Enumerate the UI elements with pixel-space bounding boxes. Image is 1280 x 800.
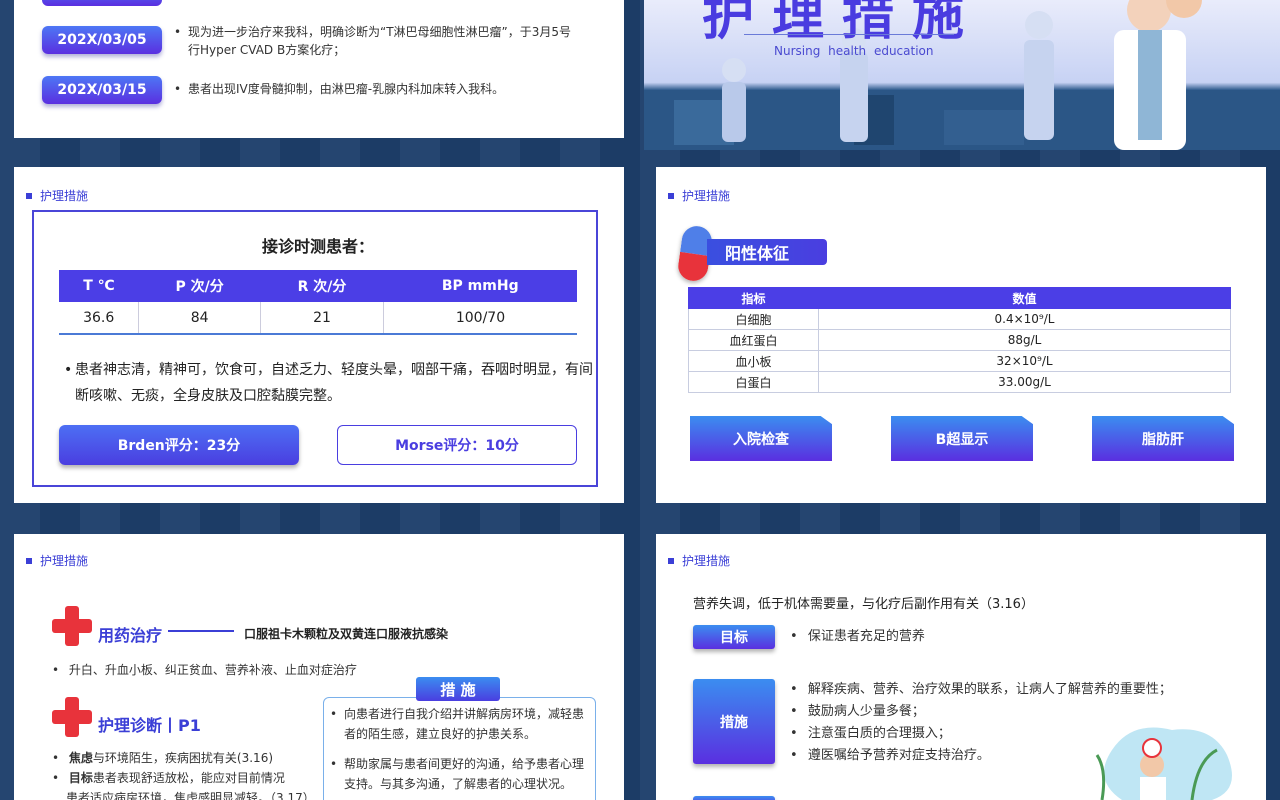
col-pulse: P 次/分 bbox=[138, 270, 261, 302]
slide-timeline: · · · · · · · · · · · · · · · · · · · · … bbox=[14, 0, 624, 138]
col-bp: BP mmHg bbox=[383, 270, 577, 302]
col-value: 数值 bbox=[818, 287, 1231, 309]
table-row: 白蛋白 33.00g/L bbox=[688, 371, 1231, 393]
val-bp: 100/70 bbox=[383, 302, 577, 335]
table-row: 血红蛋白 88g/L bbox=[688, 329, 1231, 351]
medical-cross-icon bbox=[52, 606, 92, 646]
measure-label: 措施 bbox=[693, 679, 775, 764]
section-header: 护理措施 bbox=[668, 552, 730, 569]
tag-admission-exam: 入院检查 bbox=[690, 416, 832, 461]
event-text: 现为进一步治疗来我科，明确诊断为“T淋巴母细胞性淋巴瘤”，于3月5号行Hyper… bbox=[174, 23, 571, 59]
cell: 血红蛋白 bbox=[688, 329, 819, 351]
tag-fatty-liver: 脂肪肝 bbox=[1092, 416, 1234, 461]
med-title: 用药治疗 bbox=[98, 626, 163, 645]
bullet-square bbox=[26, 557, 32, 564]
diag-item: • 目标患者表现舒适放松，能应对目前情况 bbox=[52, 771, 285, 785]
tag-ultrasound: B超显示 bbox=[891, 416, 1033, 461]
val-temp: 36.6 bbox=[59, 302, 140, 335]
date-badge: 202X/03/15 bbox=[42, 76, 162, 104]
section-header: 护理措施 bbox=[668, 187, 730, 204]
table-row: 血小板 32×10⁹/L bbox=[688, 350, 1231, 372]
bullet-square bbox=[668, 192, 674, 199]
bullet-square bbox=[26, 192, 32, 199]
cell: 0.4×10⁹/L bbox=[818, 308, 1231, 330]
med-desc: 口服祖卡木颗粒及双黄连口服液抗感染 bbox=[244, 627, 449, 641]
section-header: 护理措施 bbox=[26, 187, 88, 204]
positive-signs-title: 阳性体征 bbox=[707, 239, 827, 265]
nutrition-measure-item: • 解释疾病、营养、治疗效果的联系，让病人了解营养的重要性； bbox=[790, 682, 1172, 697]
slide-main-title: 护理措施 bbox=[702, 0, 983, 47]
section-label: 护理措施 bbox=[40, 554, 89, 568]
section-label: 护理措施 bbox=[682, 189, 731, 203]
slide-title: 护理措施 Nursing health education bbox=[644, 0, 1280, 150]
diag-title: 护理诊断丨P1 bbox=[98, 716, 201, 735]
col-temp: T ℃ bbox=[59, 270, 139, 302]
diag-item: • 焦虑与环境陌生，疾病困扰有关(3.16) bbox=[52, 751, 274, 765]
measure-item: • 帮助家属与患者间更好的沟通，给予患者心理 支持。与其多沟通，了解患者的心理状况。 bbox=[330, 757, 585, 791]
event-text: 患者出现IV度骨髓抑制，由淋巴瘤-乳腺内科加床转入我科。 bbox=[174, 80, 504, 98]
morse-score: Morse评分：10分 bbox=[337, 425, 577, 465]
med-bullet-text: 升白、升血小板、纠正贫血、营养补液、止血对症治疗 bbox=[68, 663, 357, 677]
cell: 88g/L bbox=[818, 329, 1231, 351]
val-resp: 21 bbox=[260, 302, 384, 335]
date-badge-prev bbox=[42, 0, 162, 6]
col-indicator: 指标 bbox=[688, 287, 819, 309]
section-label: 护理措施 bbox=[40, 189, 89, 203]
cell: 32×10⁹/L bbox=[818, 350, 1231, 372]
vitals-heading: 接诊时测患者： bbox=[262, 237, 375, 256]
measures-list: • 向患者进行自我介绍并讲解病房环境，减轻患 者的陌生感，建立良好的护患关系。 • 帮… bbox=[330, 704, 592, 794]
desc-line: 患者神志清，精神可，饮食可，自述乏力、轻度头晕，咽部干痛，吞咽时明显，有间 bbox=[75, 362, 593, 378]
med-line bbox=[168, 630, 234, 632]
med-bullet: • 升白、升血小板、纠正贫血、营养补液、止血对症治疗 bbox=[52, 663, 357, 677]
date-badge: 202X/03/05 bbox=[42, 26, 162, 54]
measures-label: 措 施 bbox=[416, 677, 500, 701]
top-cut-line: · · · · · · · · · · · · · · · · · · · · … bbox=[174, 0, 534, 5]
measure-item: • 向患者进行自我介绍并讲解病房环境，减轻患 者的陌生感，建立良好的护患关系。 bbox=[330, 707, 585, 741]
doctor-illustration bbox=[1095, 727, 1232, 800]
bullet-square bbox=[668, 557, 674, 564]
vitals-description: • 患者神志清，精神可，饮食可，自述乏力、轻度头晕，咽部干痛，吞咽时明显，有间 … bbox=[64, 357, 593, 409]
nutrition-problem: 营养失调，低于机体需要量，与化疗后副作用有关（3.16） bbox=[693, 597, 1034, 612]
title-underline bbox=[744, 34, 954, 35]
desc-line: 断咳嗽、无痰，全身皮肤及口腔黏膜完整。 bbox=[75, 388, 341, 404]
diag-list: • 焦虑与环境陌生，疾病困扰有关(3.16) • 目标患者表现舒适放松，能应对目… bbox=[52, 748, 332, 800]
goal-label: 目标 bbox=[693, 625, 775, 649]
cell: 白细胞 bbox=[688, 308, 819, 330]
section-label: 护理措施 bbox=[682, 554, 731, 568]
diag-item: 患者适应病房环境，焦虑感明显减轻。（3.17） bbox=[66, 791, 315, 800]
braden-score: Brden评分：23分 bbox=[59, 425, 299, 465]
next-label-partial bbox=[693, 796, 775, 800]
slide-subtitle: Nursing health education bbox=[774, 44, 934, 58]
cell: 33.00g/L bbox=[818, 371, 1231, 393]
section-header: 护理措施 bbox=[26, 552, 88, 569]
val-pulse: 84 bbox=[138, 302, 261, 335]
lab-table: 指标 数值 白细胞 0.4×10⁹/L 血红蛋白 88g/L 血小板 32×10⁹/L … bbox=[688, 287, 1231, 393]
goal-text: • 保证患者充足的营养 bbox=[790, 629, 925, 644]
vitals-table: T ℃ P 次/分 R 次/分 BP mmHg 36.6 84 21 100/7… bbox=[59, 270, 577, 335]
medical-cross-icon bbox=[52, 697, 92, 737]
cell: 血小板 bbox=[688, 350, 819, 372]
table-row: 白细胞 0.4×10⁹/L bbox=[688, 308, 1231, 330]
cell: 白蛋白 bbox=[688, 371, 819, 393]
col-resp: R 次/分 bbox=[260, 270, 384, 302]
